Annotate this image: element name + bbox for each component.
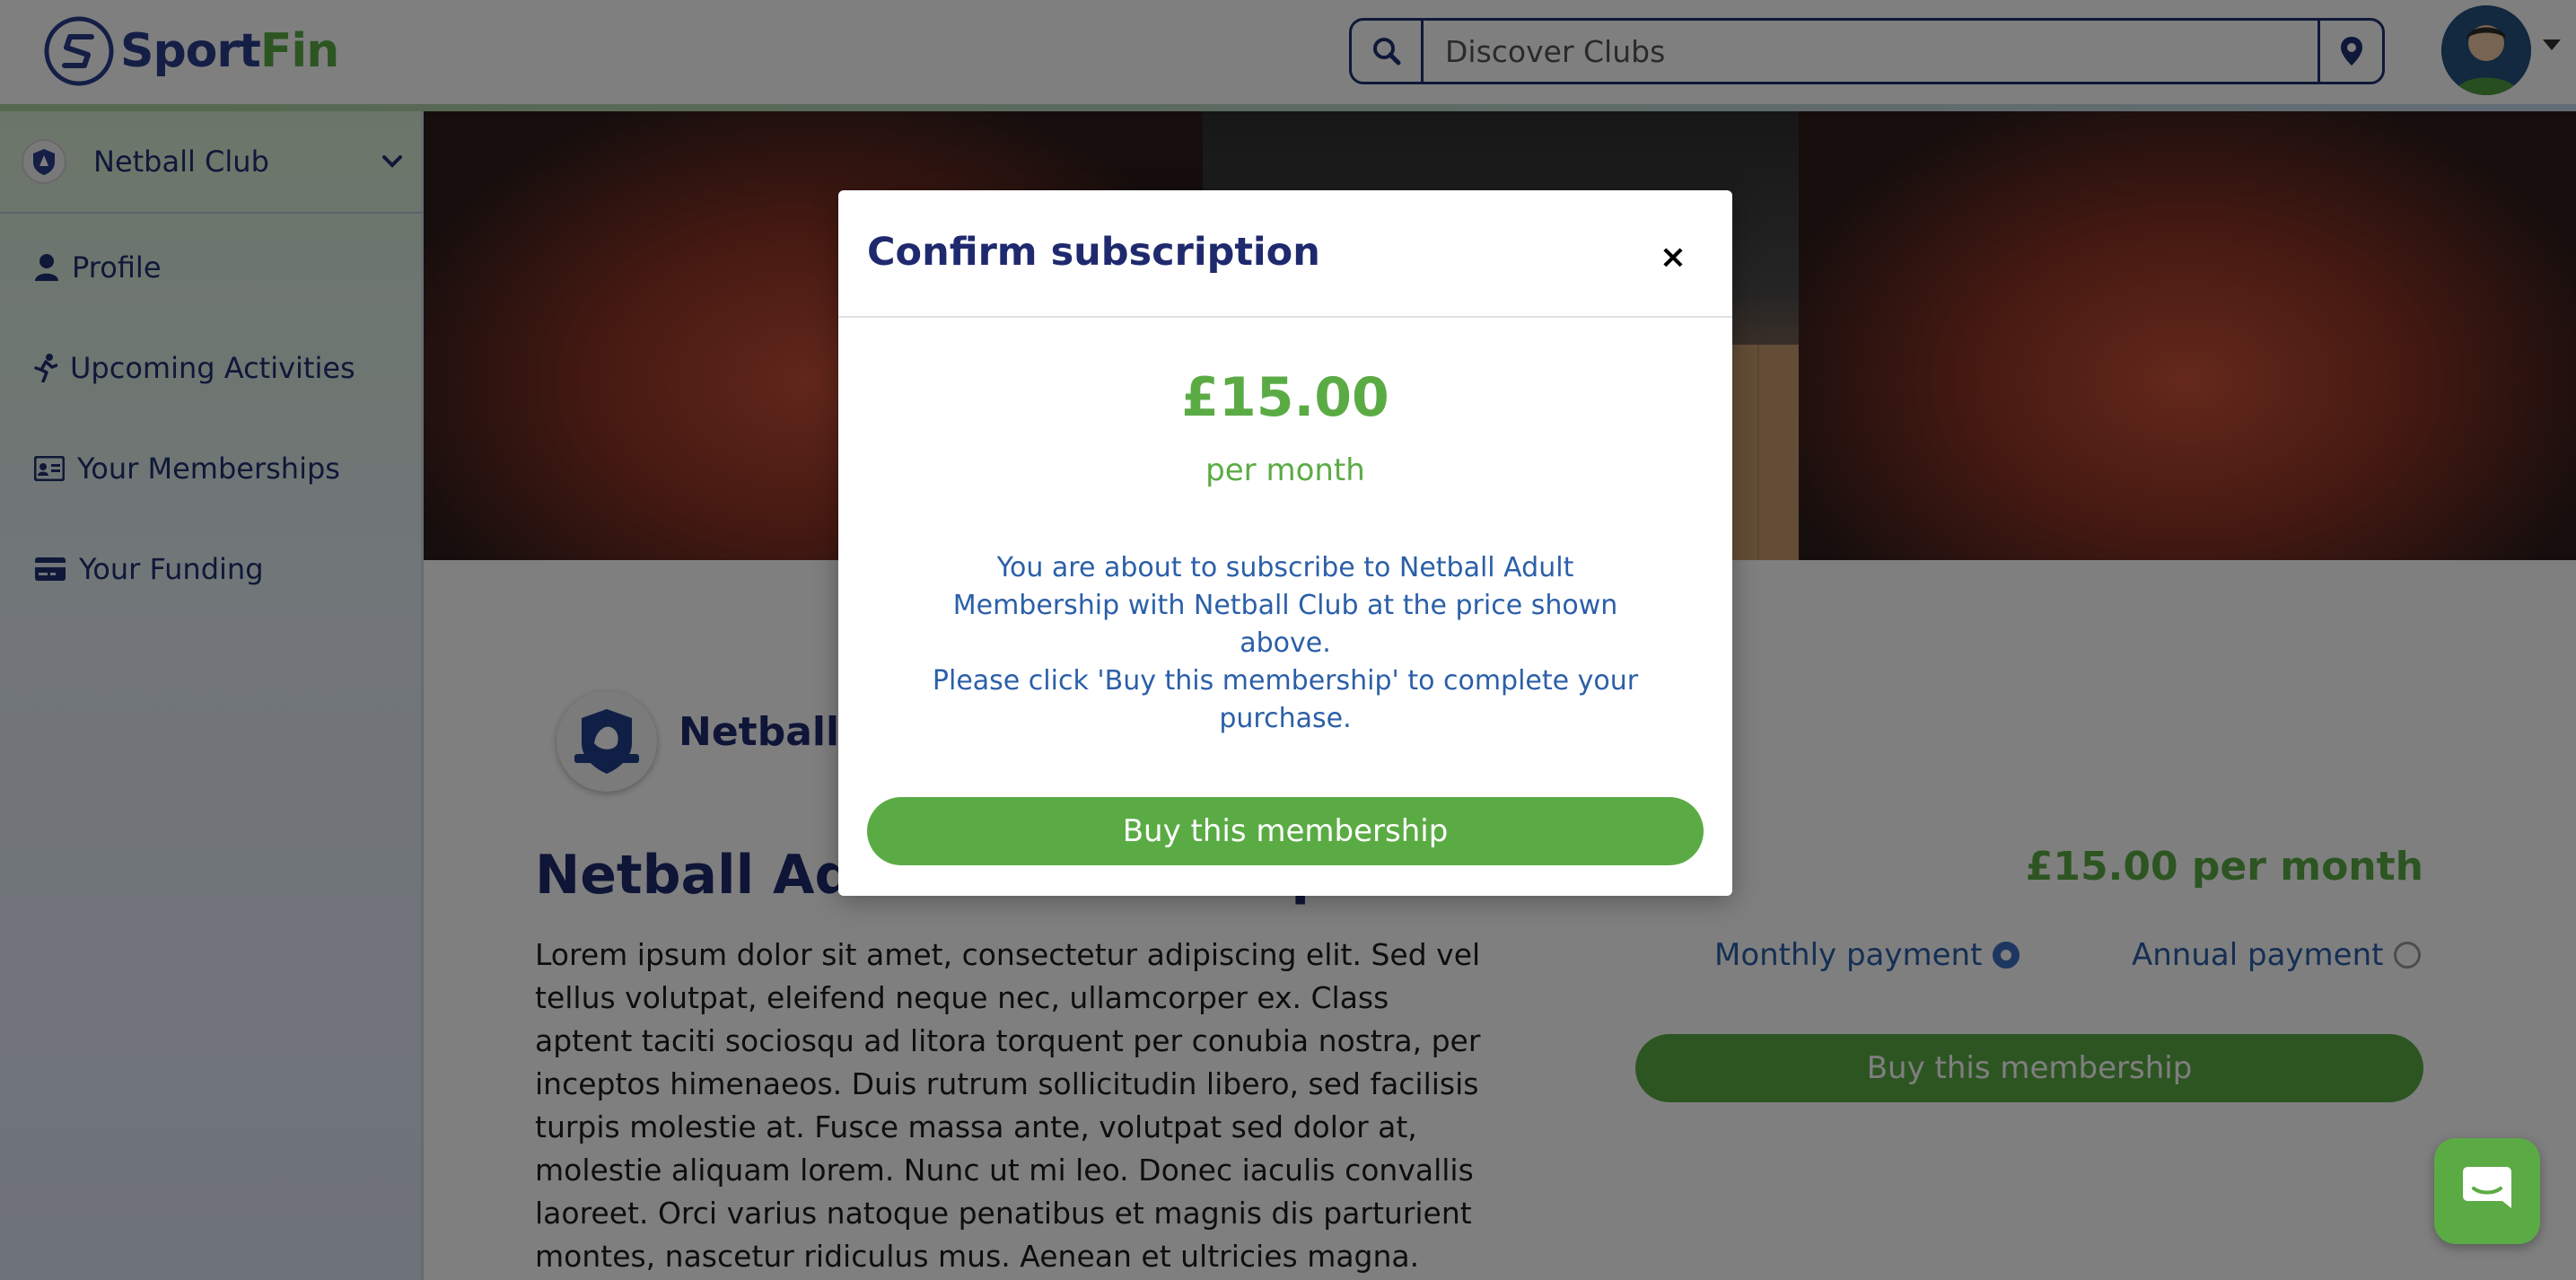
chat-launcher-button[interactable] <box>2434 1138 2540 1244</box>
modal-header: Confirm subscription × <box>838 190 1732 318</box>
modal-price: £15.00 <box>1181 366 1389 429</box>
modal-confirm-text: You are about to subscribe to Netball Ad… <box>952 552 1618 659</box>
modal-title: Confirm subscription <box>867 230 1320 275</box>
chat-icon <box>2463 1167 2511 1208</box>
modal-buy-membership-button[interactable]: Buy this membership <box>867 797 1704 865</box>
close-button[interactable]: × <box>1652 235 1695 278</box>
confirm-subscription-modal: Confirm subscription × £15.00 per month … <box>838 190 1732 896</box>
modal-price-period: per month <box>1205 452 1365 488</box>
modal-instruction-text: Please click 'Buy this membership' to co… <box>932 665 1639 734</box>
